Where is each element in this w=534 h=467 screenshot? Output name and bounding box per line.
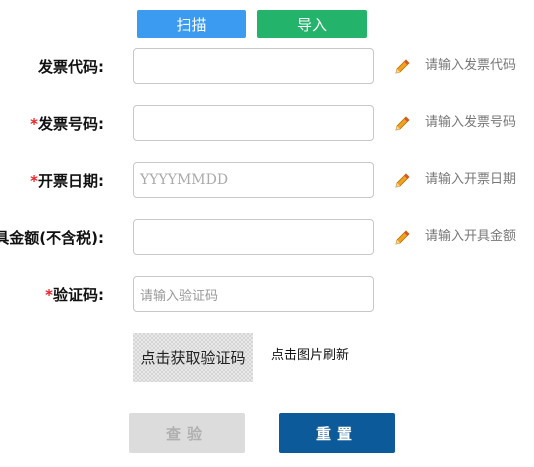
scan-button[interactable]: 扫描 bbox=[137, 10, 246, 38]
verification-code-placeholder: 请输入验证码 bbox=[140, 288, 219, 304]
invoice-code-input[interactable] bbox=[133, 48, 374, 84]
captcha-refresh-text: 点击图片刷新 bbox=[271, 348, 350, 363]
invoice-date-hint: 请输入开票日期 bbox=[425, 172, 517, 187]
required-mark: * bbox=[30, 115, 38, 133]
amount-input[interactable] bbox=[133, 219, 374, 255]
captcha-image[interactable]: 点击获取验证码 bbox=[133, 333, 253, 382]
verification-code-input[interactable]: 请输入验证码 bbox=[133, 276, 374, 312]
pencil-icon bbox=[395, 230, 410, 245]
invoice-code-label-text: 发票代码: bbox=[38, 58, 104, 76]
import-button[interactable]: 导入 bbox=[257, 10, 367, 38]
pencil-icon bbox=[395, 116, 410, 131]
amount-hint: 请输入开具金额 bbox=[425, 229, 517, 244]
invoice-date-input[interactable]: YYYYMMDD bbox=[133, 162, 374, 198]
invoice-number-hint: 请输入发票号码 bbox=[425, 115, 517, 130]
pencil-icon bbox=[395, 59, 410, 74]
invoice-code-hint: 请输入发票代码 bbox=[425, 58, 517, 73]
invoice-number-label: *发票号码: bbox=[30, 113, 104, 135]
amount-label: 具金额(不含税): bbox=[0, 227, 104, 249]
reset-button[interactable]: 重置 bbox=[279, 413, 395, 453]
required-mark: * bbox=[30, 172, 38, 190]
required-mark: * bbox=[45, 286, 53, 304]
invoice-code-label: 发票代码: bbox=[38, 56, 104, 78]
query-button[interactable]: 查验 bbox=[129, 413, 245, 453]
invoice-date-label: *开票日期: bbox=[30, 170, 104, 192]
invoice-date-label-text: 开票日期: bbox=[38, 172, 104, 190]
invoice-date-placeholder: YYYYMMDD bbox=[140, 172, 229, 188]
captcha-image-text: 点击获取验证码 bbox=[140, 349, 246, 367]
verification-code-label-text: 验证码: bbox=[53, 286, 104, 304]
verification-code-label: *验证码: bbox=[45, 284, 104, 306]
invoice-number-input[interactable] bbox=[133, 105, 374, 141]
pencil-icon bbox=[395, 173, 410, 188]
invoice-number-label-text: 发票号码: bbox=[38, 115, 104, 133]
amount-label-text: 具金额(不含税): bbox=[0, 229, 104, 247]
